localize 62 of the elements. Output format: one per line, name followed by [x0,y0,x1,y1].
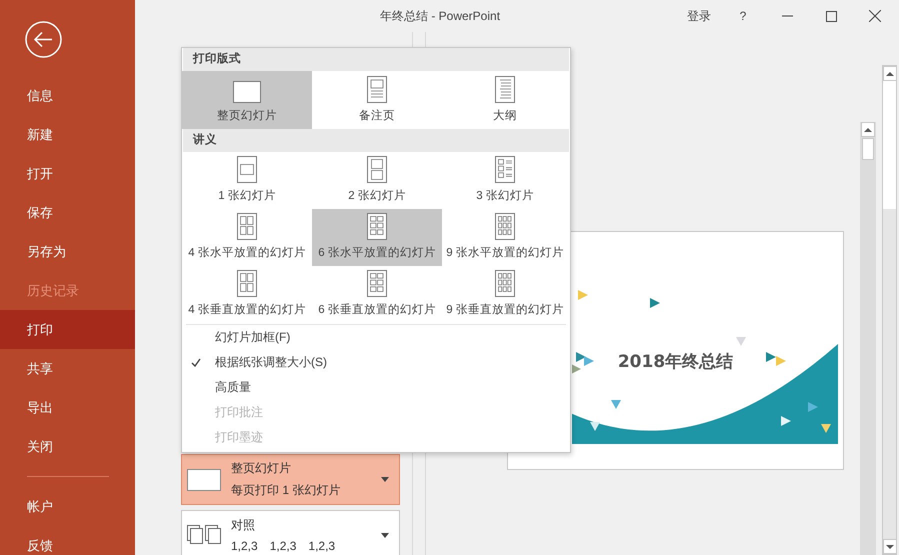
menu-item[interactable]: 根据纸张调整大小(S) [182,350,570,375]
scrollbar[interactable] [860,122,876,555]
page-layout-icon [237,270,257,297]
checkmark-icon [191,358,201,367]
layout-option[interactable]: 9 张垂直放置的幻灯片 [442,266,568,323]
page-layout-icon [237,213,257,240]
sidebar-item[interactable]: 新建 [0,115,135,154]
menu-item[interactable]: 幻灯片加框(F) [182,325,570,350]
scrollbar[interactable] [882,65,897,555]
collation-title: 对照 [231,517,256,534]
sidebar-item[interactable]: 共享 [0,349,135,388]
layout-title: 整页幻灯片 [231,460,292,477]
page-sequence: 1,2,3 [231,539,258,553]
menu-item[interactable]: 高质量 [182,375,570,400]
sign-in-link[interactable]: 登录 [677,0,721,32]
sidebar-item[interactable]: 打开 [0,154,135,193]
caret-icon [381,533,389,538]
layout-option[interactable]: 4 张水平放置的幻灯片 [182,209,312,266]
page-sequence: 1,2,3 [270,539,296,553]
layout-option[interactable]: 整页幻灯片 [182,71,312,129]
sidebar-item[interactable]: 信息 [0,76,135,115]
page-layout-icon [495,156,515,183]
print-layout-dropdown[interactable]: 整页幻灯片 每页打印 1 张幻灯片 [181,454,400,505]
page-layout-icon [367,76,387,103]
sidebar-item[interactable]: 关闭 [0,427,135,466]
section-header: 讲义 [183,129,569,152]
layout-option[interactable]: 2 张幻灯片 [312,152,442,209]
sidebar-item[interactable]: 打印 [0,310,135,349]
caret-icon [381,477,389,482]
section-header: 打印版式 [183,48,569,71]
stacked-pages-icon [187,525,221,545]
page-sequence: 1,2,3 [308,539,336,553]
page-layout-icon [367,270,387,297]
layout-option[interactable]: 9 张水平放置的幻灯片 [442,209,568,266]
help-button[interactable]: ? [721,0,765,32]
page-layout-icon [495,270,515,297]
page-layout-icon [367,156,387,183]
sidebar-item[interactable]: 保存 [0,193,135,232]
window-title: 年终总结 - PowerPoint [380,8,500,24]
layout-option[interactable]: 1 张幻灯片 [182,152,312,209]
sidebar-item[interactable]: 帐户 [0,487,135,526]
layout-option[interactable]: 备注页 [312,71,442,129]
layout-option[interactable]: 3 张幻灯片 [442,152,568,209]
sidebar-item[interactable]: 反馈 [0,526,135,555]
slide-layout-icon [187,468,221,490]
close-icon[interactable] [869,10,881,22]
layout-option[interactable]: 大纲 [442,71,568,129]
sidebar-item[interactable]: 导出 [0,388,135,427]
page-layout-icon [367,213,387,240]
minimize-icon[interactable] [782,15,792,17]
layout-option[interactable]: 6 张水平放置的幻灯片 [312,209,442,266]
page-layout-icon [495,213,515,240]
slide-title: 2018年终总结 [616,351,734,373]
layout-subtitle: 每页打印 1 张幻灯片 [231,482,340,499]
page-layout-icon [237,156,257,183]
layout-option[interactable]: 6 张垂直放置的幻灯片 [312,266,442,323]
sidebar-item[interactable]: 另存为 [0,232,135,271]
page-layout-icon [495,76,515,103]
maximize-icon[interactable] [826,10,836,22]
slide-layout-icon [233,81,261,103]
collation-dropdown[interactable]: 对照 1,2,3 1,2,3 1,2,3 [181,510,400,555]
layout-option[interactable]: 4 张垂直放置的幻灯片 [182,266,312,323]
